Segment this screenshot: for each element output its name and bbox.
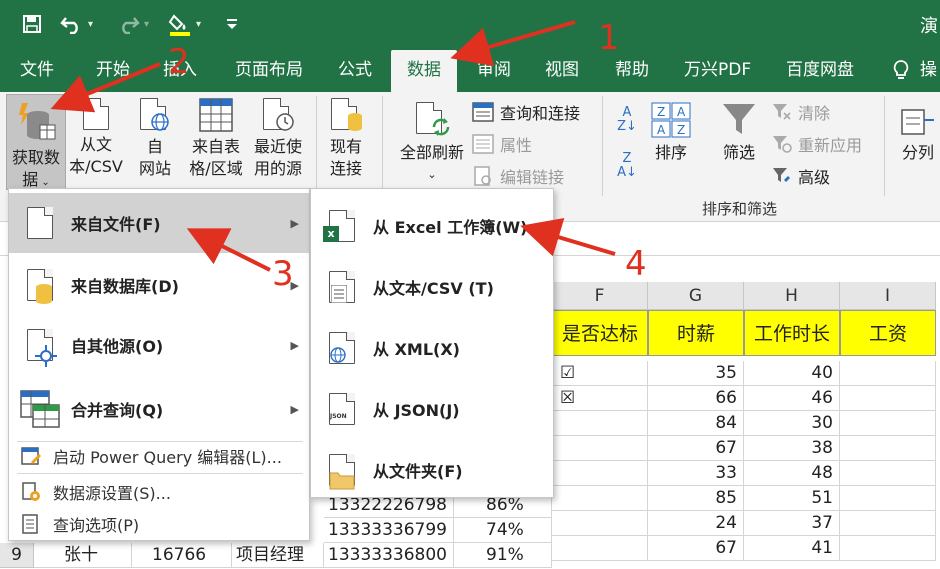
annotation-arrow-3 [186,228,271,272]
annotation-arrow-2 [50,62,161,113]
annotation-arrows [50,20,616,272]
annotation-arrow-4 [520,218,616,257]
annotation-number-1: 1 [598,18,620,58]
annotation-number-4: 4 [625,244,647,284]
annotation-number-2: 2 [168,42,190,82]
annotation-arrow-1 [450,20,576,67]
annotation-number-3: 3 [272,254,294,294]
